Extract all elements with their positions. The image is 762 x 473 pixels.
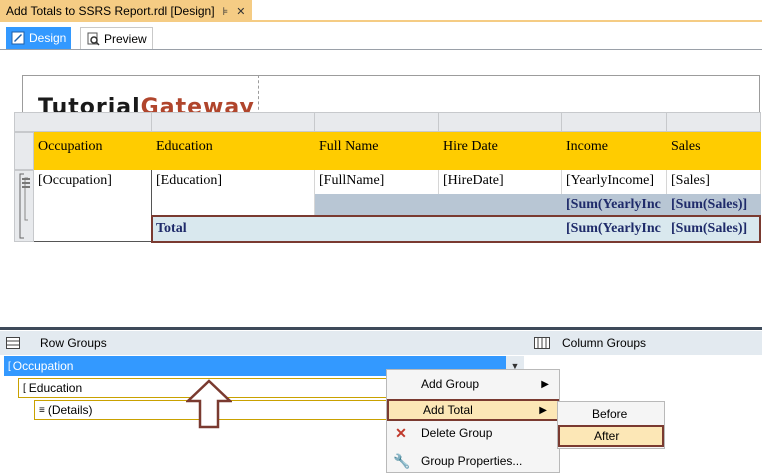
- view-tabs: Design Preview: [0, 24, 762, 50]
- tab-design[interactable]: Design: [6, 27, 72, 49]
- group-occupation-label: Occupation: [12, 359, 74, 373]
- delete-icon: ✕: [395, 425, 407, 441]
- cell-yearly-income[interactable]: [YearlyIncome]: [562, 170, 667, 194]
- up-arrow-annotation: [186, 379, 232, 429]
- group-bracket-icon: [: [23, 382, 26, 394]
- column-groups-icon: [534, 337, 550, 349]
- subtotal-cell[interactable]: [439, 194, 562, 216]
- design-icon: [11, 31, 25, 45]
- row-groups-header: Row Groups: [0, 331, 528, 355]
- row-handle-header[interactable]: [14, 132, 34, 170]
- document-tab-bar: Add Totals to SSRS Report.rdl [Design] ⊧…: [0, 0, 762, 22]
- preview-icon: [87, 32, 100, 46]
- row-groups-icon: [6, 337, 20, 349]
- cell-sales[interactable]: [Sales]: [667, 170, 761, 194]
- column-groups-header: Column Groups: [528, 331, 762, 355]
- header-income[interactable]: Income: [562, 132, 667, 170]
- menu-add-group[interactable]: Add Group ▶: [387, 373, 559, 395]
- header-education[interactable]: Education: [152, 132, 315, 170]
- tab-preview-label: Preview: [104, 31, 147, 46]
- total-row-highlight: [151, 215, 761, 243]
- document-tab[interactable]: Add Totals to SSRS Report.rdl [Design] ⊧…: [0, 0, 252, 22]
- column-handle[interactable]: [152, 112, 315, 132]
- column-handle[interactable]: [562, 112, 667, 132]
- document-title: Add Totals to SSRS Report.rdl [Design]: [6, 4, 215, 18]
- subtotal-sales[interactable]: [Sum(Sales)]: [667, 194, 761, 216]
- column-handle[interactable]: [34, 112, 152, 132]
- menu-add-total[interactable]: Add Total ▶: [387, 399, 559, 421]
- wrench-icon: 🔧: [393, 453, 411, 469]
- cell-hire-date[interactable]: [HireDate]: [439, 170, 562, 194]
- context-menu: Add Group ▶ Add Total ▶ ✕ Delete Group 🔧…: [386, 369, 560, 473]
- chevron-right-icon: ▶: [539, 404, 547, 416]
- tab-preview[interactable]: Preview: [80, 27, 153, 49]
- header-occupation[interactable]: Occupation: [34, 132, 152, 170]
- menu-group-properties[interactable]: 🔧 Group Properties...: [387, 450, 559, 472]
- header-full-name[interactable]: Full Name: [315, 132, 439, 170]
- menu-total-after[interactable]: After: [558, 425, 664, 447]
- subtotal-cell[interactable]: [315, 194, 439, 216]
- cell-full-name[interactable]: [FullName]: [315, 170, 439, 194]
- pin-icon[interactable]: ⊧: [223, 5, 229, 18]
- header-sales[interactable]: Sales: [667, 132, 761, 170]
- group-bracket-icon: [19, 173, 30, 239]
- menu-total-before[interactable]: Before: [558, 403, 664, 425]
- column-groups-label: Column Groups: [562, 336, 647, 350]
- cell-occupation[interactable]: [Occupation]: [34, 170, 152, 242]
- subtotal-income[interactable]: [Sum(YearlyInc: [562, 194, 667, 216]
- cell-education[interactable]: [Education]: [152, 170, 315, 216]
- add-total-submenu: Before After: [557, 401, 665, 449]
- chevron-right-icon: ▶: [541, 378, 549, 390]
- close-icon[interactable]: ✕: [236, 5, 245, 18]
- menu-delete-group[interactable]: ✕ Delete Group: [387, 422, 559, 444]
- group-bracket-icon: [: [8, 360, 11, 372]
- column-handle[interactable]: [315, 112, 439, 132]
- group-pane-separator[interactable]: [0, 327, 762, 330]
- column-handle[interactable]: [439, 112, 562, 132]
- logo-boundary: [258, 75, 259, 115]
- group-details-label: (Details): [47, 403, 93, 417]
- row-groups-label: Row Groups: [40, 336, 107, 350]
- tab-design-label: Design: [29, 31, 67, 45]
- header-hire-date[interactable]: Hire Date: [439, 132, 562, 170]
- details-icon: ≡: [39, 404, 45, 416]
- group-education-label: Education: [28, 381, 83, 395]
